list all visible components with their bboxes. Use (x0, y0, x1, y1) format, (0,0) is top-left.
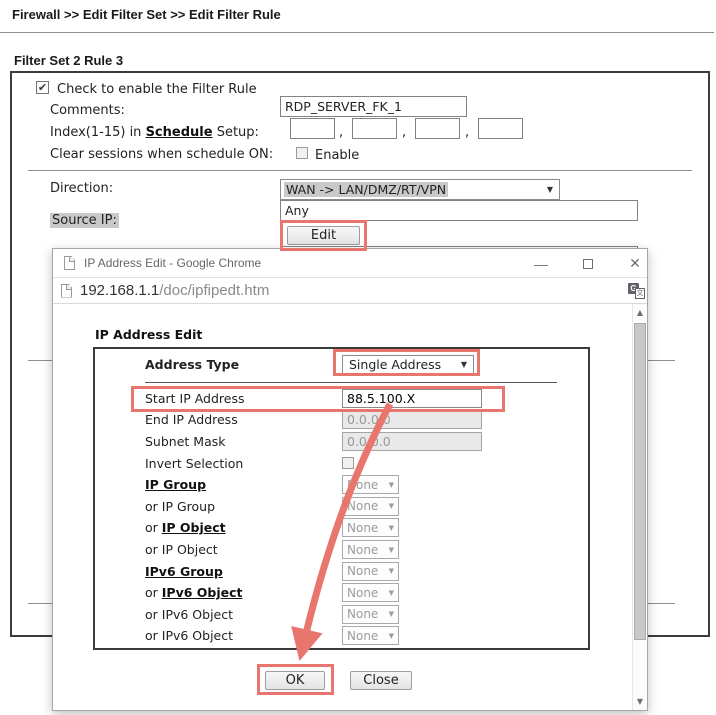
highlight-start-ip (131, 386, 505, 412)
or-ipv6-object-row: or IPv6 Object None▼ (95, 604, 588, 626)
schedule-label: Index(1-15) in Schedule Setup: (50, 125, 259, 140)
subnet-mask-input (342, 432, 482, 451)
url-text: 192.168.1.1/doc/ipfipedt.htm (80, 282, 269, 299)
ip-group-link[interactable]: IP Group (145, 477, 206, 492)
window-title: IP Address Edit - Google Chrome (84, 256, 261, 270)
or-ip-object-select[interactable]: None▼ (342, 540, 399, 559)
chevron-down-icon: ▼ (389, 524, 394, 532)
ip-object-link[interactable]: IP Object (162, 520, 226, 535)
schedule-index-4[interactable] (478, 118, 523, 139)
source-ip-input[interactable] (280, 200, 638, 221)
comma-separator: , (402, 125, 406, 140)
or-ip-group-select[interactable]: None▼ (342, 497, 399, 516)
ip-address-edit-window: IP Address Edit - Google Chrome — ✕ 192.… (52, 248, 648, 711)
scrollbar-thumb[interactable] (634, 323, 646, 640)
schedule-index-2[interactable] (352, 118, 397, 139)
address-bar[interactable]: 192.168.1.1/doc/ipfipedt.htm G 文 (53, 278, 647, 304)
chevron-down-icon: ▼ (389, 632, 394, 640)
comments-label: Comments: (50, 103, 125, 118)
table-divider (145, 382, 557, 383)
translate-icon[interactable]: G 文 (628, 283, 645, 299)
breadcrumb: Firewall >> Edit Filter Set >> Edit Filt… (12, 7, 281, 22)
clear-sessions-enable-label: Enable (315, 148, 359, 163)
scroll-up-icon[interactable]: ▲ (633, 304, 647, 321)
or-ipv6-object-row-2: or IPv6 Object None▼ (95, 625, 588, 647)
comments-input[interactable] (280, 96, 467, 117)
minimize-button[interactable]: — (533, 256, 549, 272)
scroll-down-icon[interactable]: ▼ (633, 693, 647, 710)
maximize-icon (583, 259, 593, 269)
highlight-address-type (333, 349, 480, 376)
highlight-ok-button (257, 664, 334, 695)
direction-value: WAN -> LAN/DMZ/RT/VPN (284, 182, 448, 197)
ipv6-object-select[interactable]: None▼ (342, 583, 399, 602)
clear-sessions-label: Clear sessions when schedule ON: (50, 147, 273, 162)
chevron-down-icon: ▼ (389, 502, 394, 510)
invert-selection-checkbox[interactable] (342, 457, 354, 469)
scrollbar[interactable]: ▲ ▼ (632, 304, 647, 710)
ipv6-group-select[interactable]: None▼ (342, 562, 399, 581)
enable-rule-label: Check to enable the Filter Rule (57, 82, 257, 97)
direction-label: Direction: (50, 181, 113, 196)
popup-heading: IP Address Edit (95, 327, 202, 342)
url-host: 192.168.1.1 (80, 282, 159, 299)
section-divider (28, 170, 692, 171)
window-titlebar[interactable]: IP Address Edit - Google Chrome — ✕ (53, 249, 647, 278)
maximize-button[interactable] (580, 256, 596, 272)
ipv6-object-link[interactable]: IPv6 Object (162, 585, 243, 600)
ip-object-row: or IP Object None▼ (95, 517, 588, 539)
chevron-down-icon: ▼ (389, 610, 394, 618)
schedule-link[interactable]: Schedule (146, 125, 213, 140)
ip-group-row: IP Group None▼ (95, 474, 588, 496)
chevron-down-icon: ▼ (389, 481, 394, 489)
clear-sessions-checkbox[interactable] (296, 147, 308, 159)
page-title: Filter Set 2 Rule 3 (14, 53, 123, 68)
close-button[interactable]: Close (350, 671, 412, 690)
enable-rule-checkbox[interactable]: ✔ (36, 81, 49, 94)
invert-selection-row: Invert Selection (95, 452, 588, 474)
chevron-down-icon: ▼ (547, 185, 553, 194)
screen: Firewall >> Edit Filter Set >> Edit Filt… (0, 0, 716, 715)
close-button[interactable]: ✕ (627, 256, 643, 272)
or-ip-group-row: or IP Group None▼ (95, 496, 588, 518)
highlight-edit-button (280, 220, 367, 251)
ipv6-group-row: IPv6 Group None▼ (95, 560, 588, 582)
ip-object-select[interactable]: None▼ (342, 518, 399, 537)
ipv6-group-link[interactable]: IPv6 Group (145, 564, 223, 579)
schedule-index-3[interactable] (415, 118, 460, 139)
chevron-down-icon: ▼ (389, 546, 394, 554)
direction-select[interactable]: WAN -> LAN/DMZ/RT/VPN ▼ (280, 179, 560, 200)
or-ipv6-object-select-2[interactable]: None▼ (342, 626, 399, 645)
or-ip-object-row: or IP Object None▼ (95, 539, 588, 561)
or-ipv6-object-select[interactable]: None▼ (342, 605, 399, 624)
source-ip-label: Source IP: (50, 213, 119, 228)
end-ip-input (342, 410, 482, 429)
chevron-down-icon: ▼ (389, 567, 394, 575)
page-icon (61, 284, 72, 298)
comma-separator: , (465, 125, 469, 140)
comma-separator: , (339, 125, 343, 140)
address-type-label: Address Type (145, 357, 342, 372)
url-path: /doc/ipfipedt.htm (159, 282, 269, 299)
subnet-mask-row: Subnet Mask (95, 431, 588, 453)
page-icon (64, 256, 75, 270)
chevron-down-icon: ▼ (389, 589, 394, 597)
ipv6-object-row: or IPv6 Object None▼ (95, 582, 588, 604)
schedule-index-1[interactable] (290, 118, 335, 139)
ip-group-select[interactable]: None▼ (342, 475, 399, 494)
end-ip-row: End IP Address (95, 409, 588, 431)
header-divider (0, 32, 714, 33)
